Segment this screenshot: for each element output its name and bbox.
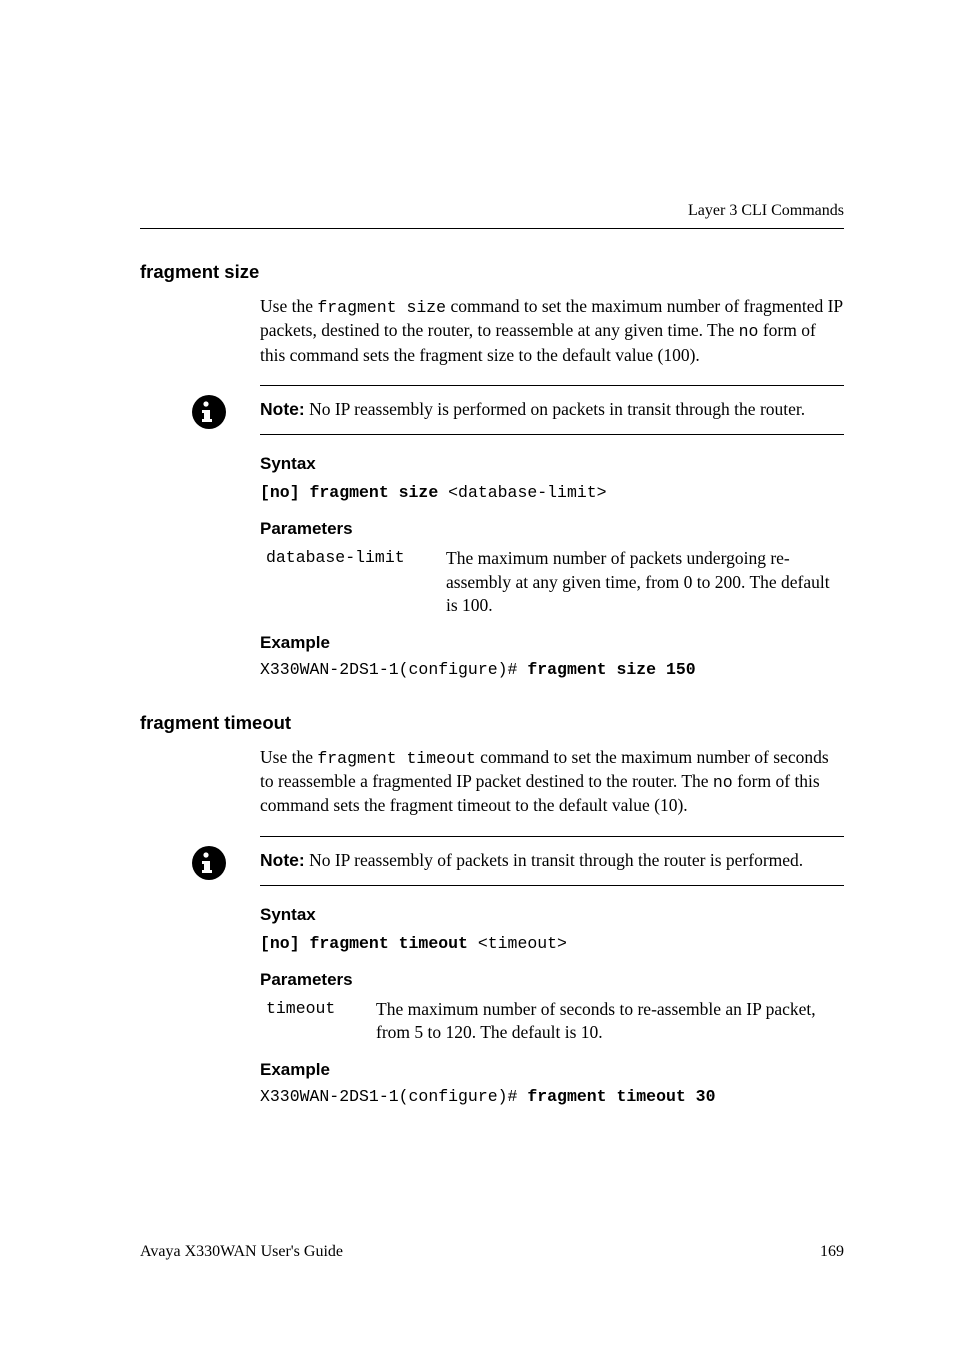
header-rule	[140, 228, 844, 229]
param-desc: The maximum number of seconds to re-asse…	[376, 998, 844, 1045]
example-pre: X330WAN-2DS1-1(configure)#	[260, 660, 527, 679]
example-bold: fragment size 150	[527, 660, 695, 679]
syntax-heading: Syntax	[260, 453, 844, 476]
note-label: Note:	[260, 850, 305, 870]
note-box: Note: No IP reassembly is performed on p…	[260, 385, 844, 435]
param-row: timeout The maximum number of seconds to…	[266, 998, 844, 1045]
intro-text: Use the	[260, 296, 317, 316]
section-heading-fragment-timeout: fragment timeout	[140, 711, 844, 736]
note-text: No IP reassembly of packets in transit t…	[305, 850, 803, 870]
param-name: timeout	[266, 998, 356, 1020]
intro-text: Use the	[260, 747, 317, 767]
running-header: Layer 3 CLI Commands	[688, 200, 844, 222]
example-heading: Example	[260, 632, 844, 655]
example-line: X330WAN-2DS1-1(configure)# fragment time…	[260, 1086, 844, 1108]
param-desc: The maximum number of packets undergoing…	[446, 547, 844, 618]
parameters-heading: Parameters	[260, 969, 844, 992]
info-icon	[192, 395, 226, 429]
syntax-heading: Syntax	[260, 904, 844, 927]
intro-command: fragment size	[317, 298, 446, 317]
note-label: Note:	[260, 399, 305, 419]
intro-command: fragment timeout	[317, 749, 475, 768]
syntax-line: [no] fragment timeout <timeout>	[260, 931, 844, 955]
example-pre: X330WAN-2DS1-1(configure)#	[260, 1087, 527, 1106]
info-icon	[192, 846, 226, 880]
note-text: No IP reassembly is performed on packets…	[305, 399, 805, 419]
syntax-bold: [no] fragment size	[260, 483, 448, 502]
parameters-heading: Parameters	[260, 518, 844, 541]
syntax-arg: <database-limit>	[448, 483, 606, 502]
footer-left: Avaya X330WAN User's Guide	[140, 1241, 343, 1263]
param-name: database-limit	[266, 547, 426, 569]
example-heading: Example	[260, 1059, 844, 1082]
syntax-line: [no] fragment size <database-limit>	[260, 480, 844, 504]
page-number: 169	[820, 1241, 844, 1263]
intro-no: no	[739, 322, 759, 341]
syntax-arg: <timeout>	[478, 934, 567, 953]
example-line: X330WAN-2DS1-1(configure)# fragment size…	[260, 659, 844, 681]
section-heading-fragment-size: fragment size	[140, 260, 844, 285]
intro-paragraph: Use the fragment timeout command to set …	[260, 746, 844, 818]
param-row: database-limit The maximum number of pac…	[266, 547, 844, 618]
intro-paragraph: Use the fragment size command to set the…	[260, 295, 844, 367]
syntax-bold: [no] fragment timeout	[260, 934, 478, 953]
example-bold: fragment timeout 30	[527, 1087, 715, 1106]
intro-no: no	[713, 773, 733, 792]
note-box: Note: No IP reassembly of packets in tra…	[260, 836, 844, 886]
